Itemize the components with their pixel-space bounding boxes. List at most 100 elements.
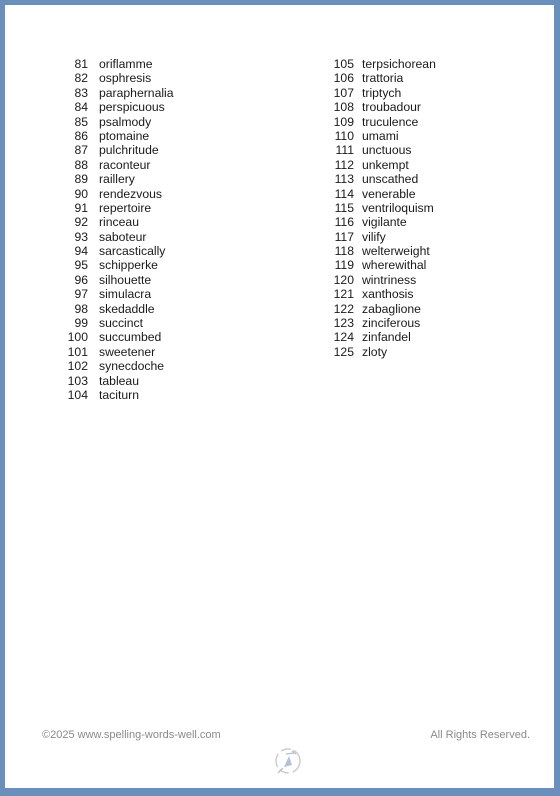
spelling-word: skedaddle	[99, 301, 155, 316]
word-list-item: 123 zinciferous	[317, 316, 436, 330]
word-number: 88	[74, 157, 88, 172]
word-number: 115	[334, 200, 354, 215]
spelling-word: vigilante	[362, 215, 407, 230]
word-number: 98	[74, 301, 88, 316]
spelling-word: raillery	[99, 172, 135, 187]
spelling-word: sweetener	[99, 344, 156, 359]
word-number: 103	[67, 373, 88, 388]
word-list-item: 82 osphresis	[51, 71, 174, 85]
spelling-word: zloty	[362, 344, 388, 359]
word-number: 99	[74, 316, 88, 331]
word-number: 102	[67, 359, 88, 374]
word-number: 106	[333, 71, 354, 86]
spelling-word: raconteur	[99, 157, 151, 172]
word-list-item: 107 triptych	[317, 86, 436, 100]
spelling-word: tableau	[99, 373, 139, 388]
word-list-item: 106 trattoria	[317, 71, 436, 85]
spelling-word: unkempt	[362, 157, 409, 172]
word-list-item: 124 zinfandel	[317, 330, 436, 344]
spelling-word: saboteur	[99, 229, 147, 244]
spelling-word: wherewithal	[362, 258, 427, 273]
spelling-word: xanthosis	[362, 287, 414, 302]
word-list-item: 98 skedaddle	[51, 302, 174, 316]
spelling-word: sarcastically	[99, 244, 166, 259]
word-number: 119	[334, 258, 354, 273]
spelling-words-well-logo-icon	[272, 745, 304, 777]
spelling-word: troubadour	[362, 100, 421, 115]
spelling-word: perspicuous	[99, 100, 165, 115]
word-list-item: 113 unscathed	[317, 172, 436, 186]
word-number: 113	[334, 172, 354, 187]
word-list-item: 114 venerable	[317, 187, 436, 201]
word-list-item: 81 oriflamme	[51, 57, 174, 71]
word-list-item: 88 raconteur	[51, 158, 174, 172]
spelling-word: zinciferous	[362, 316, 421, 331]
word-list-item: 84 perspicuous	[51, 100, 174, 114]
word-number: 83	[74, 85, 88, 100]
word-number: 82	[74, 71, 88, 86]
spelling-word: psalmody	[99, 114, 152, 129]
spelling-word: oriflamme	[99, 57, 153, 71]
word-list-item: 85 psalmody	[51, 115, 174, 129]
spelling-word: vilify	[362, 229, 386, 244]
word-number: 117	[334, 229, 354, 244]
word-list-item: 122 zabaglione	[317, 302, 436, 316]
word-list-item: 101 sweetener	[51, 345, 174, 359]
spelling-word: silhouette	[99, 272, 152, 287]
word-number: 96	[74, 272, 88, 287]
spelling-word: wintriness	[362, 272, 417, 287]
word-list-item: 111 unctuous	[317, 143, 436, 157]
rights-text: All Rights Reserved.	[430, 729, 530, 741]
word-number: 108	[333, 100, 354, 115]
word-number: 90	[74, 186, 88, 201]
word-number: 112	[334, 157, 354, 172]
word-list-item: 87 pulchritude	[51, 143, 174, 157]
word-number: 85	[74, 114, 88, 129]
spelling-word: synecdoche	[99, 359, 165, 374]
spelling-word: succumbed	[99, 330, 162, 345]
spelling-word: trattoria	[362, 71, 404, 86]
word-list-item: 120 wintriness	[317, 273, 436, 287]
word-list-item: 116 vigilante	[317, 215, 436, 229]
spelling-word: ptomaine	[99, 128, 150, 143]
word-number: 122	[333, 301, 354, 316]
word-list-item: 99 succinct	[51, 316, 174, 330]
word-number: 125	[333, 344, 354, 359]
spelling-word: unctuous	[362, 143, 412, 158]
spelling-word: unscathed	[362, 172, 419, 187]
worksheet-page: 81 oriflamme 82 osphresis 83 paraphernalia 84 p…	[5, 5, 554, 788]
spelling-word: zinfandel	[362, 330, 411, 345]
word-number: 114	[334, 186, 354, 201]
word-number: 101	[67, 344, 88, 359]
copyright-text: ©2025 www.spelling-words-well.com	[42, 729, 221, 741]
word-number: 97	[74, 287, 88, 302]
spelling-word: rinceau	[99, 215, 139, 230]
word-list-item: 109 truculence	[317, 115, 436, 129]
spelling-word: venerable	[362, 186, 416, 201]
spelling-word: repertoire	[99, 200, 152, 215]
spelling-word: pulchritude	[99, 143, 159, 158]
word-number: 121	[333, 287, 354, 302]
word-number: 95	[74, 258, 88, 273]
word-list-item: 108 troubadour	[317, 100, 436, 114]
word-list-item: 117 vilify	[317, 230, 436, 244]
spelling-word: welterweight	[362, 244, 430, 259]
word-list-item: 96 silhouette	[51, 273, 174, 287]
spelling-word: triptych	[362, 85, 402, 100]
word-list-item: 118 welterweight	[317, 244, 436, 258]
word-number: 87	[74, 143, 88, 158]
spelling-word: terpsichorean	[362, 57, 436, 71]
word-list-item: 97 simulacra	[51, 287, 174, 301]
word-list-item: 92 rinceau	[51, 215, 174, 229]
word-number: 123	[333, 316, 354, 331]
word-list-item: 83 paraphernalia	[51, 85, 173, 100]
word-number: 124	[333, 330, 354, 345]
word-number: 110	[334, 128, 354, 143]
word-list-item: 103 tableau	[51, 374, 174, 388]
word-list-item: 86 ptomaine	[51, 129, 174, 143]
spelling-word: osphresis	[99, 71, 152, 86]
word-number: 81	[74, 57, 88, 71]
word-number: 93	[74, 229, 88, 244]
word-list-item: 102 synecdoche	[51, 359, 174, 373]
word-list-item: 91 repertoire	[51, 201, 174, 215]
